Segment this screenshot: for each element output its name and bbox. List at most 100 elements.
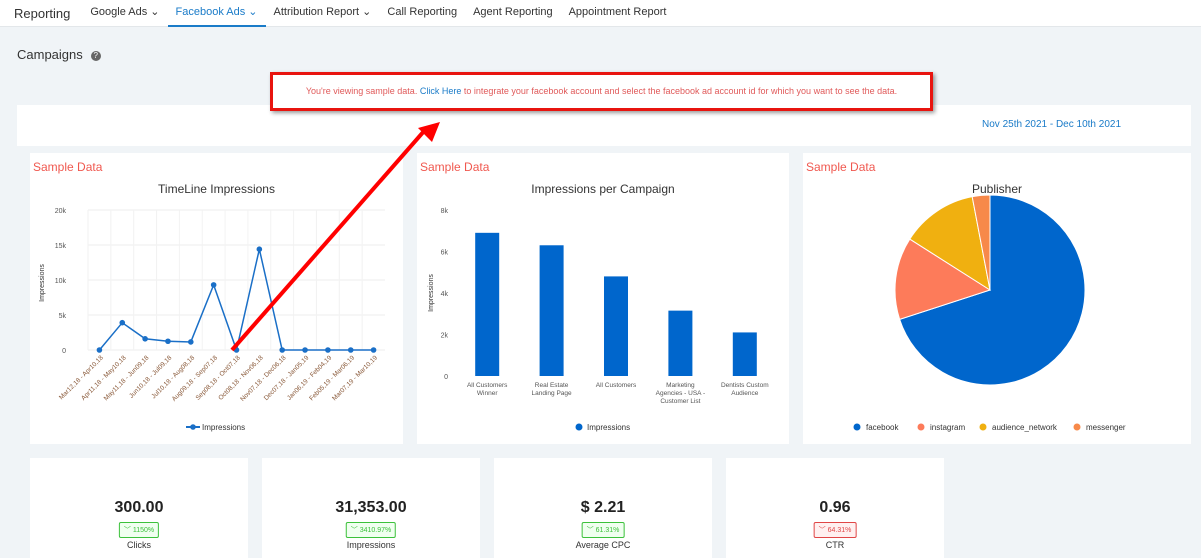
sample-data-banner: You're viewing sample data. Click Here t…	[270, 72, 933, 111]
x-tick-label: Mar12,18 - Apr10,18	[58, 354, 105, 401]
x-tick-label: Agencies - USA -	[656, 390, 706, 397]
y-tick-label: 2k	[441, 333, 449, 340]
data-point	[347, 347, 354, 353]
line-chart: 05k10k15k20kMar12,18 - Apr10,18Apr11,18 …	[39, 208, 385, 432]
stat-card-impressions: 31,353.00 ﹀ 3410.97% Impressions	[262, 458, 480, 558]
data-point	[142, 336, 148, 342]
data-point	[96, 347, 103, 353]
date-range-picker[interactable]: Nov 25th 2021 - Dec 10th 2021	[982, 119, 1121, 130]
date-bar: Nov 25th 2021 - Dec 10th 2021	[17, 105, 1191, 146]
stat-label: Average CPC	[575, 540, 631, 550]
data-point	[279, 347, 285, 353]
y-tick-label: 20k	[55, 208, 67, 215]
stat-change-badge: ﹀ 3410.97%	[345, 522, 397, 538]
nav-agent-reporting[interactable]: Agent Reporting	[465, 0, 561, 27]
chevron-down-icon: ﹀	[586, 527, 594, 534]
stat-value: 31,353.00	[335, 499, 407, 516]
stat-change: 64.31%	[827, 527, 852, 534]
data-point	[188, 339, 194, 345]
data-point	[165, 338, 171, 345]
series-line	[98, 249, 374, 353]
stat-change: 3410.97%	[359, 527, 392, 534]
stat-value: 0.96	[819, 499, 851, 516]
y-tick-label: 10k	[55, 278, 67, 285]
x-tick-label: Jun10,18 - Jul09,18	[128, 354, 174, 400]
banner-text: You're viewing sample data.	[305, 86, 420, 96]
nav-appointment-report[interactable]: Appointment Report	[561, 0, 675, 27]
legend-label: instagram	[930, 423, 965, 432]
y-tick-label: 5k	[59, 313, 67, 320]
legend-marker	[575, 423, 583, 431]
x-tick-label: All Customers	[467, 382, 508, 389]
y-tick-label: 0	[444, 374, 448, 381]
x-tick-label: Landing Page	[532, 390, 573, 397]
data-point	[325, 347, 331, 353]
chevron-down-icon: ﹀	[350, 527, 358, 534]
x-tick-label: Winner	[477, 390, 498, 397]
x-tick-label: Audience	[731, 390, 758, 397]
bar-chart: 02k4k6k8kImpressionsAll CustomersWinnerR…	[428, 208, 769, 432]
data-point	[119, 319, 126, 326]
publisher-card: Sample Data Publisher facebook instagram a…	[803, 153, 1191, 444]
x-tick-label: Jul10,18 - Aug08,18	[150, 354, 196, 400]
y-tick-label: 15k	[55, 243, 67, 250]
click-here-link[interactable]: Click Here	[420, 86, 462, 96]
y-axis-label: Impressions	[39, 264, 46, 302]
x-tick-label: Mar07,19 - Mar10,19	[331, 354, 379, 402]
campaign-card: Sample Data Impressions per Campaign 0 2k…	[417, 153, 789, 444]
bar	[732, 332, 757, 376]
x-tick-label: Marketing	[666, 382, 695, 389]
stat-change: 1150%	[132, 527, 155, 534]
data-point	[233, 347, 240, 353]
legend-marker	[853, 423, 861, 431]
bar	[668, 310, 693, 376]
y-axis-label: Impressions	[428, 274, 435, 312]
legend-marker-dot	[190, 424, 196, 430]
brand: Reporting	[14, 5, 71, 21]
page-title-text: Campaigns	[17, 47, 83, 62]
stat-card-clicks: 300.00 ﹀ 1150% Clicks	[30, 458, 248, 558]
stat-value: 300.00	[114, 499, 164, 516]
nav-attribution-report[interactable]: Attribution Report ⌄	[266, 0, 380, 27]
nav-facebook-ads[interactable]: Facebook Ads ⌄	[167, 0, 266, 27]
top-nav: Reporting Google Ads ⌄ Facebook Ads ⌄ At…	[0, 0, 1201, 27]
data-point	[256, 246, 263, 252]
legend-label: audience_network	[992, 423, 1058, 432]
stat-change-badge: ﹀ 64.31%	[813, 522, 857, 538]
legend-label: messenger	[1086, 423, 1126, 432]
legend-label: facebook	[866, 423, 899, 432]
nav-google-ads[interactable]: Google Ads ⌄	[82, 0, 167, 27]
stat-change-badge: ﹀ 1150%	[118, 522, 160, 538]
stat-value: $ 2.21	[580, 499, 626, 516]
x-tick-label: Real Estate	[535, 382, 569, 389]
help-icon[interactable]: ?	[90, 51, 101, 61]
banner-text-end: to integrate your facebook account and s…	[461, 86, 898, 96]
chevron-down-icon: ﹀	[818, 527, 826, 534]
legend-marker	[1073, 423, 1081, 431]
legend-marker	[979, 423, 987, 431]
stat-card-average-cpc: $ 2.21 ﹀ 61.31% Average CPC	[494, 458, 712, 558]
y-tick-label: 4k	[441, 291, 449, 298]
x-tick-label: All Customers	[596, 382, 637, 389]
legend-marker	[917, 423, 925, 431]
data-point	[370, 347, 377, 353]
x-tick-label: Dentists Custom	[721, 382, 769, 389]
stat-change: 61.31%	[595, 527, 620, 534]
stat-change-badge: ﹀ 61.31%	[581, 522, 625, 538]
pie-chart: facebook instagram audience_network messeng…	[853, 194, 1126, 432]
stat-label: Clicks	[127, 540, 151, 550]
nav-call-reporting[interactable]: Call Reporting	[379, 0, 465, 27]
bar	[604, 276, 628, 376]
stat-label: Impressions	[346, 540, 396, 550]
bar	[475, 232, 500, 376]
stat-label: CTR	[825, 540, 845, 550]
data-point	[302, 347, 308, 353]
legend-label: Impressions	[587, 423, 630, 432]
legend-label: Impressions	[202, 423, 245, 432]
bar	[539, 245, 564, 376]
timeline-card: Sample Data TimeLine Impressions 0 5k 10k 1…	[30, 153, 403, 444]
stat-card-ctr: 0.96 ﹀ 64.31% CTR	[726, 458, 944, 558]
data-point	[210, 282, 217, 288]
x-tick-label: Customer List	[660, 398, 700, 405]
chevron-down-icon: ﹀	[123, 527, 131, 534]
